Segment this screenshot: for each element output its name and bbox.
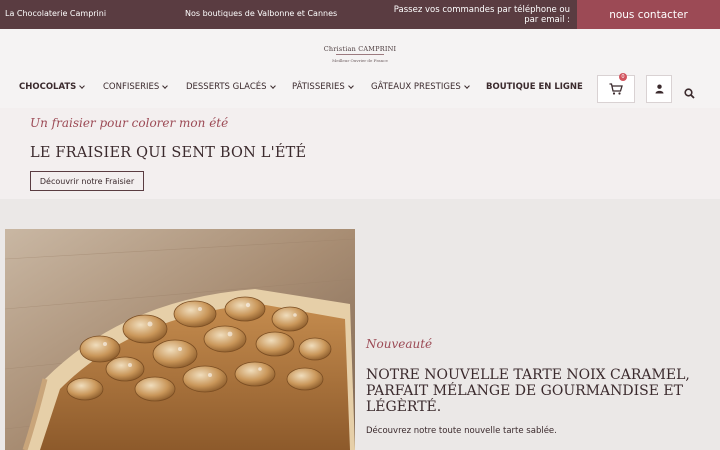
- product-script-heading: Nouveauté: [366, 337, 433, 351]
- nav-label: GÂTEAUX PRESTIGES: [371, 82, 461, 92]
- chevron-down-icon: [162, 82, 169, 89]
- nav-label: PÂTISSERIES: [292, 82, 345, 92]
- logo-name: Christian CAMPRINI: [323, 45, 397, 53]
- user-icon: [655, 84, 663, 94]
- nav-item-confiseries[interactable]: CONFISERIES: [103, 82, 169, 92]
- nav-item-patisseries[interactable]: PÂTISSERIES: [292, 82, 354, 92]
- top-bar: La Chocolaterie Camprini Nos boutiques d…: [0, 0, 720, 29]
- nav-label: CHOCOLATS: [19, 82, 77, 92]
- hero-banner: Un fraisier pour colorer mon été LE FRAI…: [0, 108, 720, 199]
- logo-subtitle: Meilleur Ouvrier de France: [332, 58, 388, 63]
- cart-icon: [609, 83, 623, 95]
- chevron-down-icon: [347, 82, 354, 89]
- hero-script-heading: Un fraisier pour colorer mon été: [30, 116, 229, 130]
- account-button[interactable]: [646, 75, 672, 103]
- cart-button[interactable]: 0: [597, 73, 635, 103]
- search-button[interactable]: [684, 84, 696, 99]
- product-section: Nouveauté NOTRE NOUVELLE TARTE NOIX CARA…: [0, 199, 720, 450]
- search-icon: [684, 88, 695, 99]
- product-title: NOTRE NOUVELLE TARTE NOIX CARAMEL, PARFA…: [366, 367, 690, 415]
- stores-link[interactable]: Nos boutiques de Valbonne et Cannes: [185, 9, 337, 18]
- nav-label: BOUTIQUE EN LIGNE: [486, 82, 583, 92]
- discover-fraisier-button[interactable]: Découvrir notre Fraisier: [30, 171, 144, 191]
- chevron-down-icon: [269, 82, 276, 89]
- logo[interactable]: Christian CAMPRINI Meilleur Ouvrier de F…: [322, 45, 398, 67]
- nav-item-boutique-en-ligne[interactable]: BOUTIQUE EN LIGNE: [486, 82, 583, 92]
- contact-button[interactable]: nous contacter: [577, 0, 720, 29]
- nav-item-gateaux-prestiges[interactable]: GÂTEAUX PRESTIGES: [371, 82, 470, 92]
- tart-photo: [5, 229, 355, 450]
- cart-count-badge: 0: [619, 73, 627, 81]
- hero-title: LE FRAISIER QUI SENT BON L'ÉTÉ: [30, 145, 307, 161]
- nav-item-desserts-glaces[interactable]: DESSERTS GLACÉS: [186, 82, 276, 92]
- chevron-down-icon: [79, 82, 86, 89]
- order-info-text: Passez vos commandes par téléphone ou pa…: [393, 5, 570, 25]
- chevron-down-icon: [463, 82, 470, 89]
- brand-text: La Chocolaterie Camprini: [5, 9, 107, 18]
- product-description: Découvrez notre toute nouvelle tarte sab…: [366, 426, 557, 436]
- nav-item-chocolats[interactable]: CHOCOLATS: [19, 82, 86, 92]
- logo-divider: [336, 54, 384, 55]
- nav-label: DESSERTS GLACÉS: [186, 82, 267, 92]
- nav-label: CONFISERIES: [103, 82, 160, 92]
